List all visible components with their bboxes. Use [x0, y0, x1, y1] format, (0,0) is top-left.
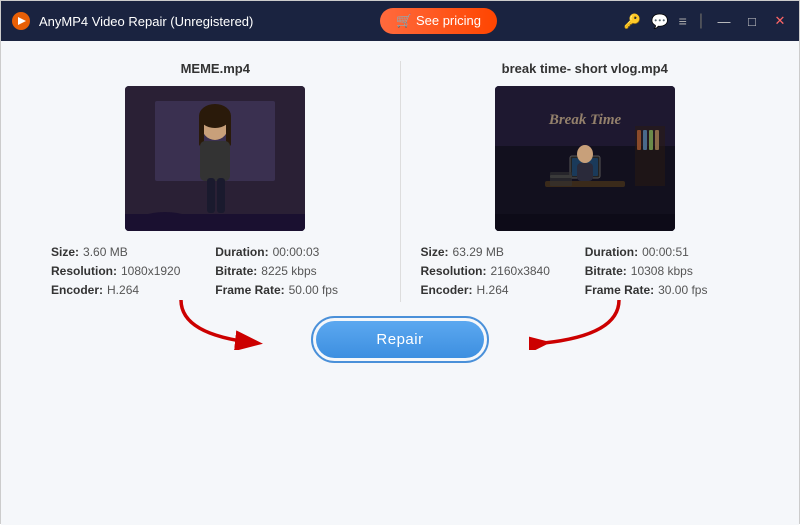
right-resolution-value: 2160x3840	[491, 264, 550, 278]
left-bitrate-label: Bitrate:	[215, 264, 257, 278]
right-arrow-icon	[529, 295, 629, 355]
right-size-value: 63.29 MB	[453, 245, 504, 259]
right-video-metadata: Size: 63.29 MB Duration: 00:00:51 Resolu…	[421, 245, 750, 302]
right-size-label: Size:	[421, 245, 449, 259]
left-duration-value: 00:00:03	[273, 245, 320, 259]
menu-icon[interactable]: ≡	[679, 13, 687, 29]
left-video-title: MEME.mp4	[181, 61, 250, 76]
left-video-metadata: Size: 3.60 MB Duration: 00:00:03 Resolut…	[51, 245, 380, 302]
titlebar-left: AnyMP4 Video Repair (Unregistered)	[11, 11, 253, 31]
left-resolution-label: Resolution:	[51, 264, 117, 278]
repair-button-wrapper: Repair	[311, 316, 488, 363]
left-framerate-value: 50.00 fps	[289, 283, 338, 297]
titlebar: AnyMP4 Video Repair (Unregistered) 🛒 See…	[1, 1, 799, 41]
right-video-thumbnail: Break Time	[495, 86, 675, 231]
maximize-button[interactable]: □	[743, 14, 761, 29]
close-button[interactable]: ✕	[771, 13, 789, 29]
chat-icon[interactable]: 💬	[651, 13, 668, 30]
right-bitrate-label: Bitrate:	[585, 264, 627, 278]
left-size-value: 3.60 MB	[83, 245, 128, 259]
app-logo-icon	[11, 11, 31, 31]
right-resolution-label: Resolution:	[421, 264, 487, 278]
right-framerate-value: 30.00 fps	[658, 283, 707, 297]
left-encoder-value: H.264	[107, 283, 139, 297]
app-title: AnyMP4 Video Repair (Unregistered)	[39, 14, 253, 29]
left-arrow-icon	[171, 295, 271, 355]
left-resolution-value: 1080x1920	[121, 264, 180, 278]
right-encoder-label: Encoder:	[421, 283, 473, 297]
right-video-panel: break time- short vlog.mp4 Break Time	[401, 61, 770, 302]
titlebar-center: 🛒 See pricing	[380, 8, 497, 34]
minimize-button[interactable]: —	[715, 14, 733, 29]
right-video-title: break time- short vlog.mp4	[502, 61, 668, 76]
left-video-panel: MEME.mp4	[31, 61, 401, 302]
left-bitrate-value: 8225 kbps	[261, 264, 316, 278]
left-encoder-label: Encoder:	[51, 283, 103, 297]
see-pricing-button[interactable]: 🛒 See pricing	[380, 8, 497, 34]
right-duration-value: 00:00:51	[642, 245, 689, 259]
titlebar-controls: 🔑 💬 ≡ | — □ ✕	[624, 12, 789, 30]
svg-text:Break Time: Break Time	[548, 112, 622, 128]
left-video-thumbnail	[125, 86, 305, 231]
right-duration-label: Duration:	[585, 245, 638, 259]
right-bitrate-value: 10308 kbps	[631, 264, 693, 278]
left-duration-label: Duration:	[215, 245, 268, 259]
repair-area: Repair	[31, 316, 769, 363]
videos-row: MEME.mp4	[31, 61, 769, 302]
right-encoder-value: H.264	[477, 283, 509, 297]
main-content: MEME.mp4	[1, 41, 799, 525]
key-icon[interactable]: 🔑	[624, 13, 641, 30]
repair-button[interactable]: Repair	[316, 321, 483, 358]
left-size-label: Size:	[51, 245, 79, 259]
